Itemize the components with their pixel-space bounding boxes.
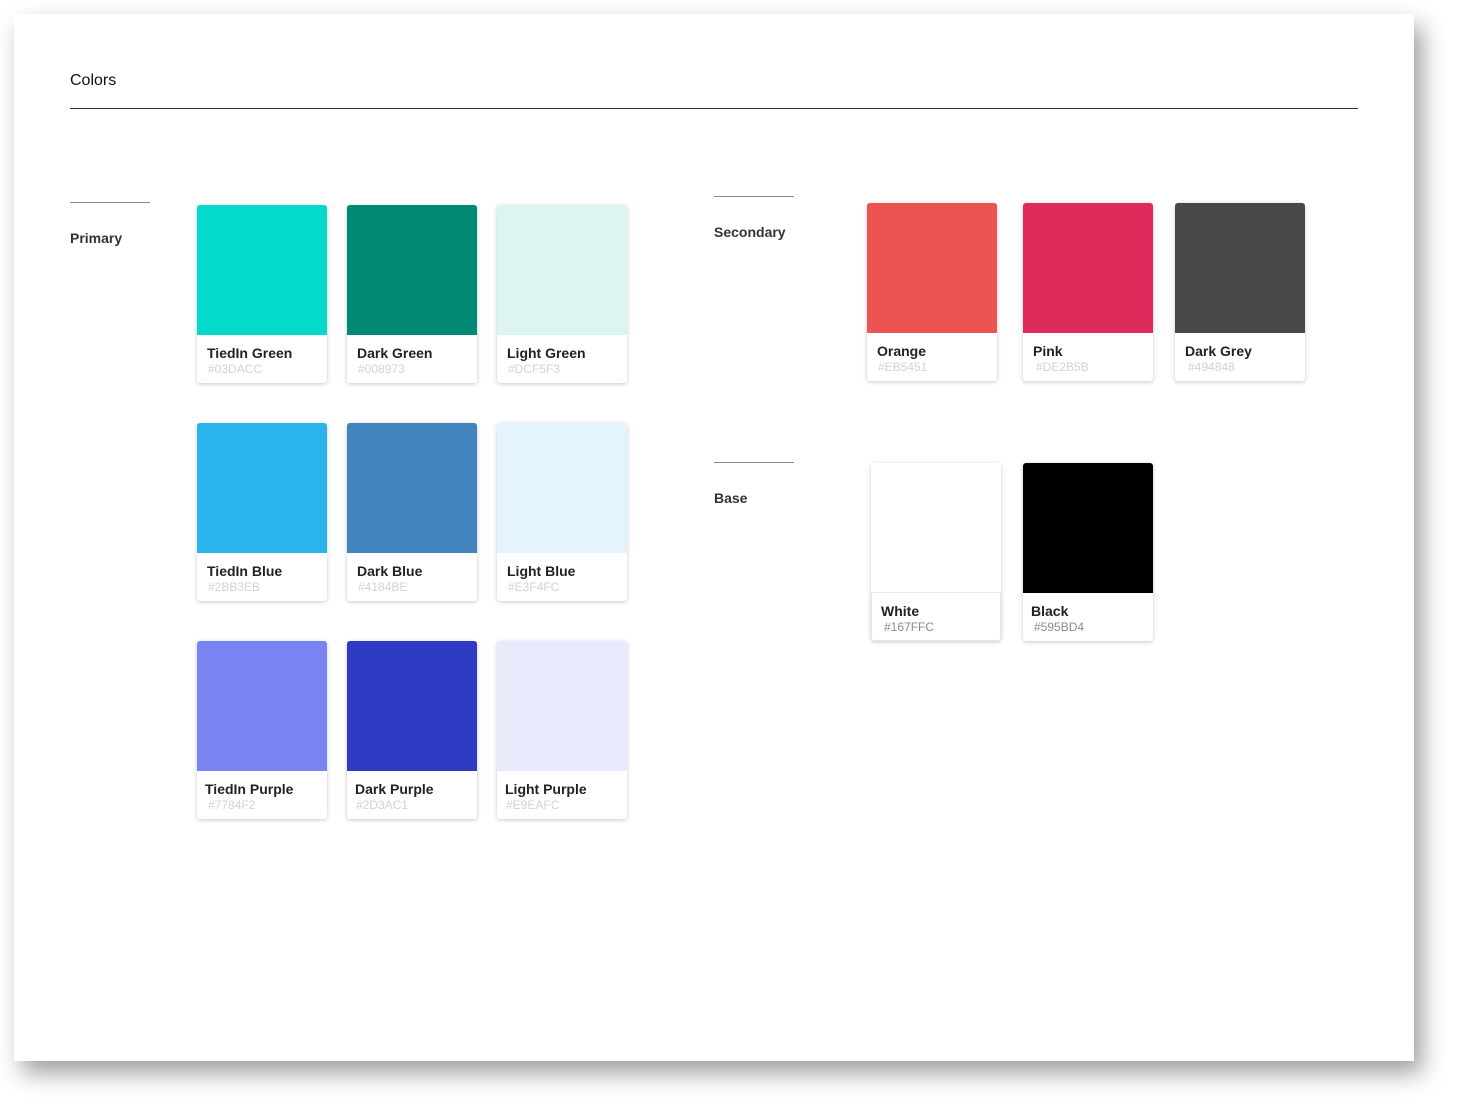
swatch-hex: #E3F4FC <box>508 580 560 594</box>
swatch-card-dark-grey[interactable]: Dark Grey #494848 <box>1175 203 1305 381</box>
swatch-card-tiedin-blue[interactable]: TiedIn Blue #2BB3EB <box>197 423 327 601</box>
swatch-name: TiedIn Purple <box>205 781 294 797</box>
swatch-hex: #7784F2 <box>208 798 256 812</box>
swatch-color <box>1175 203 1305 333</box>
swatch-color <box>197 205 327 335</box>
swatch-card-tiedin-purple[interactable]: TiedIn Purple #7784F2 <box>197 641 327 819</box>
swatch-color <box>197 641 327 771</box>
swatch-color <box>347 423 477 553</box>
swatch-hex: #167FFC <box>884 620 935 634</box>
primary-section-label: Primary <box>70 230 123 246</box>
swatch-card-tiedin-green[interactable]: TiedIn Green #03DACC <box>197 205 327 383</box>
swatch-hex: #E9EAFC <box>506 798 560 812</box>
swatch-name: Light Purple <box>505 781 587 797</box>
swatch-card-dark-purple[interactable]: Dark Purple #2D3AC1 <box>347 641 477 819</box>
title-divider <box>70 108 1358 109</box>
swatch-hex: #DCF5F3 <box>508 362 561 376</box>
swatch-card-orange[interactable]: Orange #EB5451 <box>867 203 997 381</box>
swatch-hex: #EB5451 <box>878 360 928 374</box>
swatch-color <box>1023 203 1153 333</box>
swatch-card-white[interactable]: White #167FFC <box>871 463 1001 641</box>
swatch-name: White <box>881 603 920 619</box>
base-section-label: Base <box>714 490 748 506</box>
page-title: Colors <box>70 72 117 89</box>
swatch-name: Dark Grey <box>1185 343 1252 359</box>
swatch-name: Dark Purple <box>355 781 434 797</box>
swatch-card-light-purple[interactable]: Light Purple #E9EAFC <box>497 641 627 819</box>
swatch-name: Light Blue <box>507 563 576 579</box>
swatch-hex: #494848 <box>1188 360 1235 374</box>
swatch-color <box>497 423 627 553</box>
swatch-name: Dark Blue <box>357 563 423 579</box>
color-palette-board: Colors Primary TiedIn Green #03DACC Dark… <box>14 14 1414 1061</box>
swatch-name: TiedIn Green <box>207 345 293 361</box>
swatch-hex: #008973 <box>358 362 405 376</box>
swatch-name: Black <box>1031 603 1069 619</box>
base-section-divider <box>714 462 794 463</box>
swatch-name: Light Green <box>507 345 586 361</box>
swatch-color <box>867 203 997 333</box>
swatch-card-dark-green[interactable]: Dark Green #008973 <box>347 205 477 383</box>
secondary-section-divider <box>714 196 794 197</box>
swatch-card-light-blue[interactable]: Light Blue #E3F4FC <box>497 423 627 601</box>
swatch-name: Orange <box>877 343 927 359</box>
swatch-card-dark-blue[interactable]: Dark Blue #4184BE <box>347 423 477 601</box>
swatch-hex: #595BD4 <box>1034 620 1085 634</box>
swatch-color <box>497 641 627 771</box>
secondary-section-label: Secondary <box>714 224 786 240</box>
primary-section-divider <box>70 202 150 203</box>
swatch-name: Dark Green <box>357 345 433 361</box>
swatch-hex: #03DACC <box>208 362 263 376</box>
swatch-card-pink[interactable]: Pink #DE2B5B <box>1023 203 1153 381</box>
swatch-hex: #DE2B5B <box>1036 360 1089 374</box>
swatch-card-black[interactable]: Black #595BD4 <box>1023 463 1153 641</box>
swatch-color <box>347 205 477 335</box>
swatch-color <box>347 641 477 771</box>
swatch-name: TiedIn Blue <box>207 563 283 579</box>
swatch-hex: #2D3AC1 <box>356 798 409 812</box>
swatch-color <box>197 423 327 553</box>
swatch-card-light-green[interactable]: Light Green #DCF5F3 <box>497 205 627 383</box>
swatch-hex: #2BB3EB <box>208 580 261 594</box>
swatch-hex: #4184BE <box>358 580 408 594</box>
swatch-color <box>871 463 1001 593</box>
swatch-color <box>497 205 627 335</box>
swatch-color <box>1023 463 1153 593</box>
swatch-name: Pink <box>1033 343 1063 359</box>
